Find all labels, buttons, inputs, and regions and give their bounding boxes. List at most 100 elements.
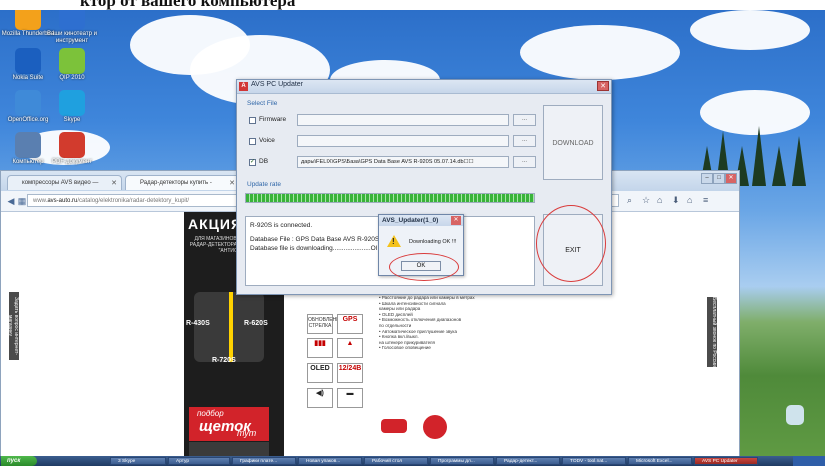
taskbar-item[interactable]: Microsoft Excel... [628, 457, 692, 465]
taskbar-item[interactable]: Артур [168, 457, 230, 465]
search-icon[interactable]: ⌕ [627, 195, 632, 206]
url-domain: avs-auto.ru [47, 198, 78, 204]
feature-item: • Расстояние до радара или камеры в метр… [379, 294, 475, 300]
ask-question-tab[interactable]: Задать вопрос интернет-магазину [7, 292, 19, 360]
firmware-checkbox[interactable] [249, 117, 256, 124]
desktop-icon-skype[interactable]: Skype [44, 90, 100, 124]
url-path: /catalog/elektronika/radar-detektory_kup… [77, 198, 190, 204]
wiper-selection-banner[interactable]: подбор щеток тут [189, 407, 269, 441]
brush-line3: тут [237, 428, 257, 438]
tree [752, 126, 766, 186]
taskbar: пуск 3 Skype Артур Графики плате... Нова… [0, 456, 825, 466]
desktop-icon-pdf[interactable]: PDF-документ [44, 132, 100, 166]
desktop-icon-label: QIP 2010 [59, 75, 85, 81]
feature-car-badge: ▬ [337, 388, 363, 408]
model-label: R-620S [244, 320, 268, 327]
car-banner[interactable] [189, 442, 269, 456]
home-icon[interactable]: ⌂ [657, 195, 662, 205]
home-alt-icon[interactable]: ⌂ [687, 195, 692, 205]
updater-titlebar: A AVS PC Updater ✕ [237, 80, 611, 94]
taskbar-item[interactable]: Программы дл... [430, 457, 494, 465]
log-line: Database file is downloading............… [250, 245, 378, 252]
skype-icon [59, 90, 85, 116]
desktop-icon-label: Skype [63, 117, 81, 123]
log-line: R-920S is connected. [250, 222, 313, 229]
pdf-icon [59, 132, 85, 158]
log-line: Database File : GPS Data Base AVS R-920S… [250, 236, 385, 243]
banner-title: АКЦИЯ [188, 216, 243, 232]
db-checkbox[interactable]: ✓ [249, 159, 256, 166]
feature-volt-badge: 12/24В [337, 363, 363, 383]
message-box-close-button[interactable]: ✕ [451, 216, 461, 225]
taskbar-item[interactable]: 3 Skype [110, 457, 166, 465]
db-label: DB [259, 158, 269, 165]
updater-close-button[interactable]: ✕ [597, 81, 609, 91]
browser-tab-active[interactable]: Радар-детекторы купить - ✕ [125, 175, 240, 190]
promo-stamp-icon [381, 419, 407, 433]
tab-label: компрессоры AVS видео — [22, 180, 99, 186]
firmware-browse-button[interactable]: ... [513, 114, 536, 126]
cloud [690, 10, 810, 50]
openoffice-icon [15, 90, 41, 116]
ok-button[interactable]: OK [401, 261, 441, 271]
taskbar-item[interactable]: Графики плате... [232, 457, 296, 465]
voice-browse-button[interactable]: ... [513, 135, 536, 147]
system-tray [793, 456, 825, 466]
taskbar-item[interactable]: TODV - tool.nat... [562, 457, 626, 465]
url-prefix: www. [33, 198, 48, 204]
taskbar-item[interactable]: Рабочий стол [364, 457, 428, 465]
firmware-path-field[interactable] [297, 114, 509, 126]
message-text: Downloading OK !!! [409, 239, 457, 245]
close-tab-icon[interactable]: ✕ [111, 179, 117, 187]
recycle-bin-icon [786, 405, 804, 425]
tree [792, 136, 806, 186]
star-icon[interactable]: ☆ [642, 195, 650, 206]
voice-label: Voice [259, 137, 275, 144]
avs-app-icon: A [239, 82, 248, 91]
taskbar-item-active[interactable]: AVS PC Updater [694, 457, 758, 465]
feature-signal-badge: ▮▮▮ [307, 338, 333, 358]
download-icon[interactable]: ⬇ [672, 195, 680, 206]
desktop-icon-label: PDF-документ [52, 159, 92, 165]
updater-title: AVS PC Updater [251, 81, 304, 88]
desktop-icon-qip[interactable]: QIP 2010 [44, 48, 100, 82]
page-heading-text: ктор от вашего компьютера [80, 0, 296, 10]
firmware-label: Firmware [259, 116, 287, 123]
computer-icon [15, 132, 41, 158]
update-progress-bar [245, 193, 535, 203]
download-button[interactable]: DOWNLOAD [543, 105, 603, 180]
voice-path-field[interactable] [297, 135, 509, 147]
folder-icon [59, 10, 85, 30]
feature-sound-badge: ◀) [307, 388, 333, 408]
taskbar-item[interactable]: Радар-детект... [496, 457, 560, 465]
recycle-bin[interactable] [780, 405, 810, 425]
close-window-button[interactable]: ✕ [725, 173, 737, 184]
start-button[interactable]: пуск [1, 456, 37, 466]
close-tab-icon[interactable]: ✕ [229, 179, 235, 187]
browser-tab[interactable]: компрессоры AVS видео — ✕ [7, 175, 122, 190]
taskbar-item[interactable]: Новая упаков... [298, 457, 362, 465]
db-browse-button[interactable]: ... [513, 156, 536, 168]
feature-gps-badge: GPS [337, 314, 363, 334]
feature-update-badge: ОБНОВЛЕНИЕ СТРЕЛКА [307, 314, 343, 334]
tab-label: Радар-детекторы купить - [140, 180, 212, 186]
tree [772, 146, 786, 186]
select-file-label: Select File [247, 100, 278, 107]
desktop-icon-folder[interactable]: Ваши кинотеатр и инструмент [44, 10, 100, 45]
model-label: R-430S [186, 320, 210, 327]
minimize-button[interactable]: – [701, 173, 713, 184]
feature-distance-badge: ▲ [337, 338, 363, 358]
menu-icon[interactable]: ≡ [703, 195, 708, 205]
desktop-icon-label: Ваши кинотеатр и инструмент [47, 31, 97, 44]
qip-icon [59, 48, 85, 74]
voice-checkbox[interactable] [249, 138, 256, 145]
quick-launch [42, 457, 102, 465]
message-box: AVS_Updater(1_0) ✕ ! Downloading OK !!! … [378, 214, 464, 276]
warning-icon: ! [387, 235, 401, 247]
maximize-button[interactable]: □ [713, 173, 725, 184]
free-call-tab[interactable]: Бесплатный звонок по России [707, 297, 717, 367]
page-heading: ктор от вашего компьютера [0, 0, 825, 10]
road-image [194, 292, 264, 362]
db-path-field[interactable]: дары\FELIX\GPS\База\GPS Data Base AVS R-… [297, 156, 509, 168]
exit-button[interactable]: EXIT [543, 214, 603, 286]
